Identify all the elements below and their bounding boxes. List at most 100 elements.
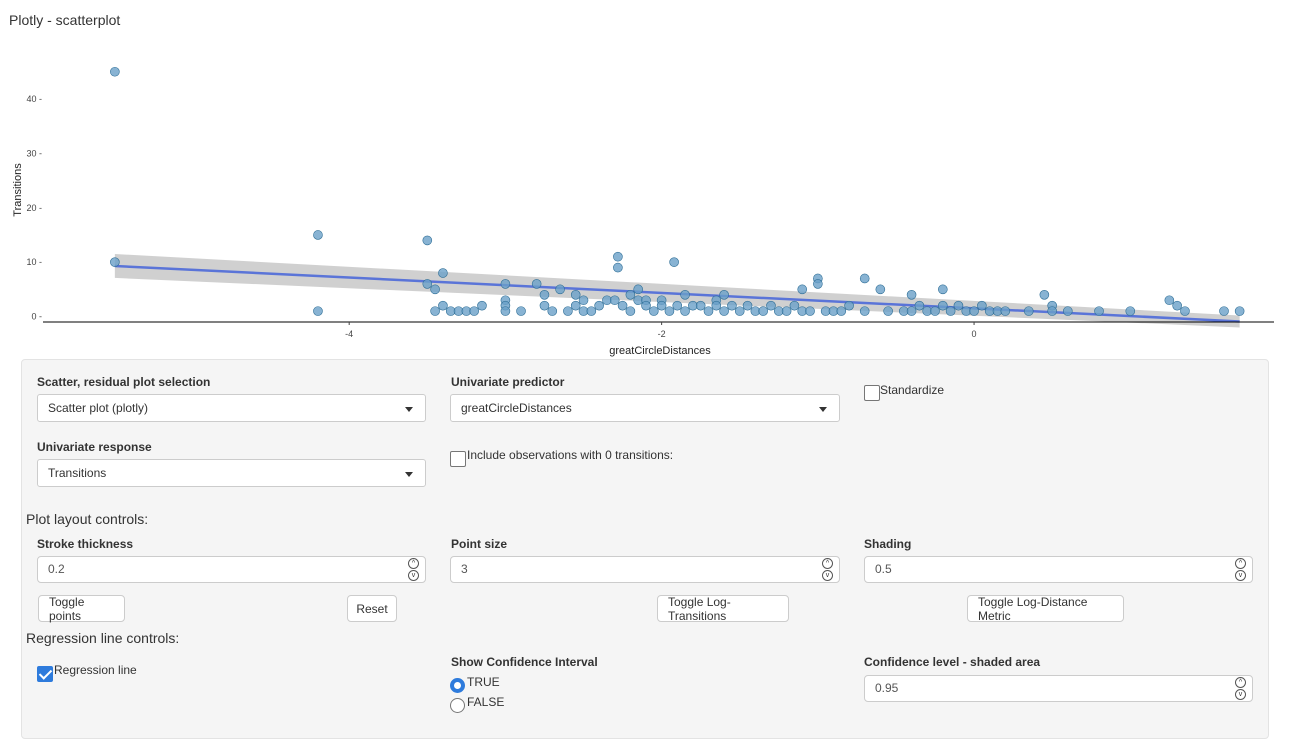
chevron-down-icon <box>405 407 413 412</box>
chevron-up-icon[interactable]: ^ <box>1235 558 1246 569</box>
data-point <box>516 306 526 316</box>
data-point <box>469 306 479 316</box>
data-point <box>742 300 753 311</box>
data-point <box>805 306 815 316</box>
data-point <box>1023 306 1034 316</box>
data-point <box>613 262 623 273</box>
data-point <box>789 300 800 311</box>
data-point <box>797 284 808 295</box>
data-point <box>625 306 636 316</box>
data-point <box>539 290 550 300</box>
shading-label: Shading <box>864 537 912 551</box>
y-tick-label: 0 - <box>31 312 42 322</box>
point-size-label: Point size <box>451 537 508 551</box>
standardize-checkbox[interactable] <box>864 385 880 401</box>
data-point <box>969 306 979 316</box>
shading-value: 0.5 <box>875 562 892 576</box>
include-zero-checkbox[interactable] <box>450 451 466 467</box>
y-tick-label: 10 - <box>26 257 42 267</box>
scatter-select-value: Scatter plot (plotly) <box>48 401 149 415</box>
response-select[interactable]: Transitions <box>37 459 426 487</box>
data-point <box>875 284 886 295</box>
stroke-input[interactable]: 0.2 ^ v <box>37 556 426 583</box>
stroke-value: 0.2 <box>48 562 65 576</box>
data-point <box>430 306 440 316</box>
data-point <box>703 306 714 316</box>
data-point <box>781 306 792 316</box>
x-tick-label: -2 <box>658 329 666 339</box>
toggle-log-distance-button[interactable]: Toggle Log-Distance Metric <box>967 595 1124 623</box>
stroke-spinner[interactable]: ^ v <box>408 558 422 582</box>
show-ci-label: Show Confidence Interval <box>451 655 598 669</box>
data-point <box>680 290 690 300</box>
shading-input[interactable]: 0.5 ^ v <box>864 556 1253 583</box>
data-point <box>570 300 581 311</box>
scatter-select[interactable]: Scatter plot (plotly) <box>37 394 426 422</box>
point-size-spinner[interactable]: ^ v <box>822 558 836 582</box>
data-point <box>649 306 659 316</box>
chevron-up-icon[interactable]: ^ <box>408 558 419 569</box>
ci-false-radio[interactable] <box>450 698 465 713</box>
regression-line-label: Regression line <box>54 663 137 677</box>
predictor-select-value: greatCircleDistances <box>461 401 572 415</box>
data-point <box>836 306 847 316</box>
chevron-down-icon <box>405 472 413 477</box>
chevron-up-icon[interactable]: ^ <box>822 558 833 569</box>
data-point <box>1094 306 1104 316</box>
conf-level-spinner[interactable]: ^ v <box>1235 677 1249 701</box>
predictor-select-label: Univariate predictor <box>451 375 565 389</box>
ci-true-radio[interactable] <box>450 678 465 693</box>
toggle-points-button[interactable]: Toggle points <box>38 595 125 623</box>
chevron-down-icon[interactable]: v <box>1235 570 1246 581</box>
ci-false-label: FALSE <box>467 695 505 709</box>
data-point <box>938 284 948 295</box>
page-title: Plotly - scatterplot <box>9 12 121 28</box>
data-point <box>1180 306 1190 316</box>
data-point <box>313 230 323 240</box>
data-point <box>430 284 440 295</box>
data-point <box>1172 300 1182 311</box>
plot-layout-heading: Plot layout controls: <box>26 511 149 527</box>
data-point <box>570 290 581 300</box>
data-point <box>578 295 589 306</box>
data-point <box>110 257 120 267</box>
toggle-log-transitions-button[interactable]: Toggle Log-Transitions <box>657 595 789 623</box>
data-point <box>438 268 448 278</box>
regression-line-checkbox[interactable] <box>37 666 53 682</box>
scatterplot-chart[interactable]: -4 -2 0 0 - 10 - 20 - 30 - 40 - greatCircleDista… <box>0 40 1295 360</box>
y-tick-label: 20 - <box>26 203 42 213</box>
chevron-down-icon[interactable]: v <box>1235 689 1246 700</box>
shading-spinner[interactable]: ^ v <box>1235 558 1249 582</box>
data-point <box>844 300 854 311</box>
y-tick-label: 40 - <box>26 94 42 104</box>
point-size-input[interactable]: 3 ^ v <box>450 556 840 583</box>
data-point <box>719 306 729 316</box>
data-point <box>555 284 565 295</box>
data-point <box>613 251 623 262</box>
chevron-up-icon[interactable]: ^ <box>1235 677 1246 688</box>
data-point <box>1164 295 1175 306</box>
data-point <box>110 66 120 77</box>
data-point <box>1000 306 1011 316</box>
data-point <box>656 300 667 311</box>
chevron-down-icon[interactable]: v <box>408 570 419 581</box>
chevron-down-icon[interactable]: v <box>822 570 833 581</box>
data-point <box>664 306 675 316</box>
data-point <box>953 300 964 311</box>
data-point <box>539 300 550 311</box>
data-point <box>906 306 917 316</box>
predictor-select[interactable]: greatCircleDistances <box>450 394 840 422</box>
data-point <box>438 300 448 311</box>
data-point <box>1219 306 1229 316</box>
data-point <box>883 306 893 316</box>
data-point <box>938 300 948 311</box>
point-size-value: 3 <box>461 562 468 576</box>
conf-level-input[interactable]: 0.95 ^ v <box>864 675 1253 702</box>
data-point <box>625 290 636 300</box>
data-point <box>766 300 776 311</box>
x-tick-label: -4 <box>345 329 353 339</box>
data-point <box>945 306 956 316</box>
reset-button[interactable]: Reset <box>347 595 397 622</box>
stroke-label: Stroke thickness <box>37 537 134 551</box>
data-point <box>641 300 651 311</box>
